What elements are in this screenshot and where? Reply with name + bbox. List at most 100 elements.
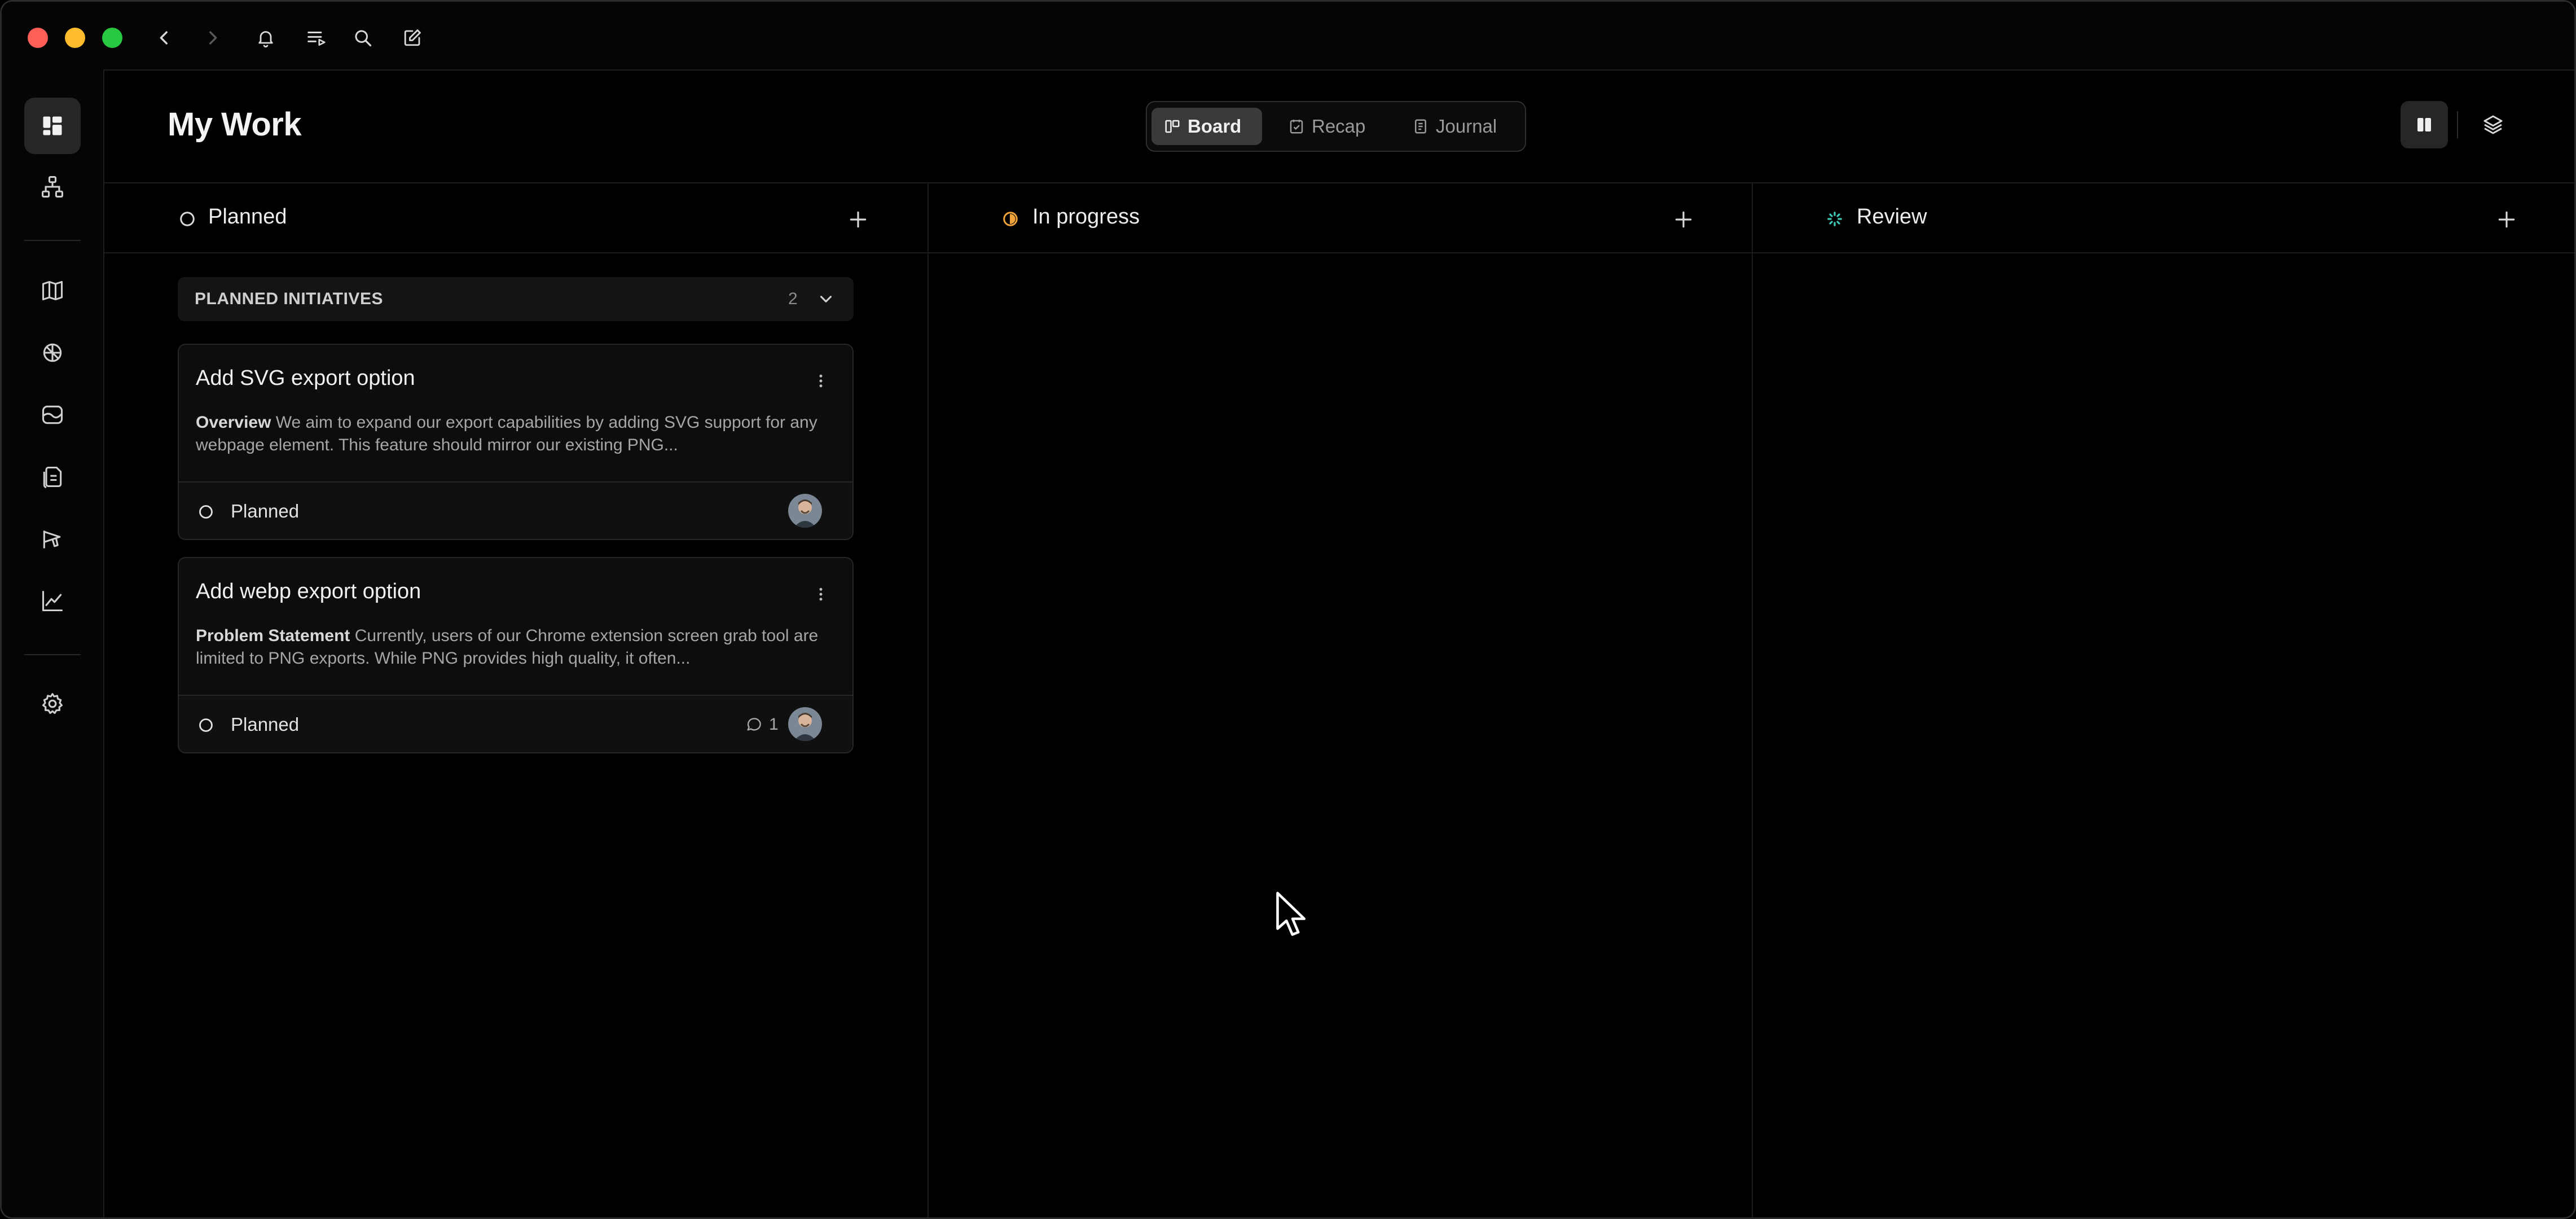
card-status[interactable]: Planned bbox=[231, 714, 299, 735]
comment-icon bbox=[747, 718, 761, 731]
column-planned-header: Planned bbox=[104, 183, 927, 253]
more-vertical-icon bbox=[819, 374, 823, 388]
column-in-progress-title: In progress bbox=[1032, 205, 1140, 229]
sidebar-item-my-work[interactable] bbox=[24, 98, 81, 154]
column-review-header: Review bbox=[1753, 183, 2574, 253]
map-icon bbox=[42, 280, 63, 301]
docs-icon bbox=[43, 466, 62, 488]
mouse-cursor-icon bbox=[1276, 892, 1306, 936]
card-footer: Planned 1 bbox=[179, 695, 852, 752]
hierarchy-icon bbox=[42, 176, 63, 198]
queue-button[interactable] bbox=[300, 21, 333, 55]
comment-count-value: 1 bbox=[769, 715, 779, 734]
layers-icon bbox=[2483, 115, 2503, 134]
app-window: My Work Board Recap Journal Planned In p… bbox=[0, 0, 2576, 1219]
column-planned-title: Planned bbox=[208, 205, 287, 229]
recap-icon bbox=[1290, 120, 1303, 134]
card-description: Overview We aim to expand our export cap… bbox=[196, 411, 833, 457]
settings-icon bbox=[42, 693, 63, 714]
close-window-button[interactable] bbox=[28, 28, 48, 48]
add-in-progress-button[interactable] bbox=[1668, 204, 1699, 235]
planned-status-icon bbox=[199, 505, 213, 519]
avatar-image bbox=[788, 707, 822, 741]
announcement-icon bbox=[43, 530, 61, 549]
card-title: Add SVG export option bbox=[196, 366, 415, 390]
chevron-down-icon[interactable] bbox=[816, 290, 836, 309]
column-in-progress-header: In progress bbox=[929, 183, 1752, 253]
planned-status-icon bbox=[199, 718, 213, 732]
page-title: My Work bbox=[168, 106, 302, 143]
card-description-lead: Overview bbox=[196, 413, 271, 432]
back-icon bbox=[160, 31, 168, 45]
columns-icon bbox=[2417, 118, 2431, 131]
column-separator bbox=[1752, 183, 1753, 1217]
view-switcher: Board Recap Journal bbox=[1146, 101, 1526, 152]
card-footer: Planned bbox=[179, 481, 852, 539]
bug-icon bbox=[43, 343, 62, 362]
tab-journal-label: Journal bbox=[1436, 116, 1497, 137]
more-vertical-icon bbox=[819, 587, 823, 601]
avatar[interactable] bbox=[788, 707, 822, 741]
group-label: PLANNED INITIATIVES bbox=[195, 290, 383, 308]
sidebar-item-settings[interactable] bbox=[24, 676, 81, 732]
tab-board[interactable]: Board bbox=[1151, 108, 1262, 145]
zoom-window-button[interactable] bbox=[102, 28, 122, 48]
tab-recap[interactable]: Recap bbox=[1276, 108, 1386, 145]
list-icon bbox=[307, 31, 326, 46]
card-description-text: We aim to expand our export capabilities… bbox=[196, 413, 817, 454]
plus-icon bbox=[850, 211, 867, 228]
initiative-card[interactable]: Add webp export option Problem Statement… bbox=[178, 557, 854, 753]
feedback-icon bbox=[42, 405, 63, 424]
sidebar-item-roadmap[interactable] bbox=[24, 262, 81, 319]
tab-journal[interactable]: Journal bbox=[1400, 108, 1523, 145]
sidebar-item-announcements[interactable] bbox=[24, 511, 81, 567]
comment-count[interactable]: 1 bbox=[745, 715, 779, 734]
card-description: Problem Statement Currently, users of ou… bbox=[196, 625, 833, 670]
card-status[interactable]: Planned bbox=[231, 501, 299, 522]
board-icon bbox=[1165, 120, 1180, 133]
sidebar-divider bbox=[24, 240, 81, 241]
compose-button[interactable] bbox=[395, 21, 429, 55]
avatar[interactable] bbox=[788, 494, 822, 528]
journal-icon bbox=[1415, 119, 1426, 134]
initiative-card[interactable]: Add SVG export option Overview We aim to… bbox=[178, 344, 854, 540]
card-menu-button[interactable] bbox=[805, 365, 837, 397]
group-count: 2 bbox=[788, 290, 798, 308]
analytics-icon bbox=[42, 590, 63, 612]
forward-button[interactable] bbox=[196, 21, 230, 55]
search-button[interactable] bbox=[346, 21, 380, 55]
layout-columns-button[interactable] bbox=[2401, 101, 2448, 148]
sidebar-item-feedback[interactable] bbox=[24, 387, 81, 443]
layers-button[interactable] bbox=[2469, 101, 2517, 148]
avatar-image bbox=[788, 494, 822, 528]
title-bar bbox=[2, 2, 2574, 71]
board-icon bbox=[43, 116, 62, 135]
sidebar bbox=[2, 69, 104, 1217]
minimize-window-button[interactable] bbox=[65, 28, 85, 48]
sidebar-item-docs[interactable] bbox=[24, 449, 81, 505]
sidebar-item-bugs[interactable] bbox=[24, 325, 81, 381]
column-review-title: Review bbox=[1857, 205, 1927, 229]
card-title: Add webp export option bbox=[196, 580, 421, 603]
tab-recap-label: Recap bbox=[1312, 116, 1366, 137]
add-review-button[interactable] bbox=[2491, 204, 2522, 235]
bell-icon bbox=[258, 31, 273, 48]
back-button[interactable] bbox=[147, 21, 181, 55]
notifications-button[interactable] bbox=[249, 21, 283, 55]
plus-icon bbox=[2498, 211, 2515, 228]
sidebar-item-analytics[interactable] bbox=[24, 573, 81, 629]
search-icon bbox=[355, 30, 372, 47]
in-progress-status-icon bbox=[1003, 212, 1018, 226]
sidebar-item-hierarchy[interactable] bbox=[24, 159, 81, 215]
column-separator bbox=[927, 183, 929, 1217]
planned-initiatives-group[interactable]: PLANNED INITIATIVES 2 bbox=[178, 277, 854, 321]
sidebar-divider bbox=[24, 654, 81, 655]
card-menu-button[interactable] bbox=[805, 578, 837, 610]
forward-icon bbox=[209, 31, 217, 45]
header-divider bbox=[2457, 111, 2458, 138]
add-planned-button[interactable] bbox=[842, 204, 874, 235]
planned-status-icon bbox=[180, 212, 195, 226]
plus-icon bbox=[1675, 211, 1692, 228]
page-header: My Work Board Recap Journal bbox=[104, 69, 2574, 183]
review-status-icon bbox=[1827, 212, 1842, 226]
